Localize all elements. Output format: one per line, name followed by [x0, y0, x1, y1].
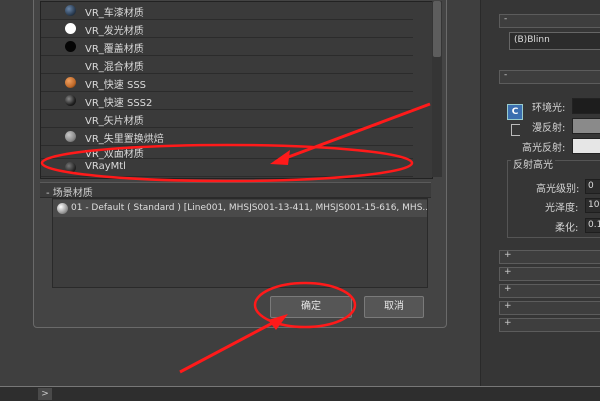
ambient-color-swatch[interactable]	[572, 98, 600, 114]
material-label: VR_车漆材质	[85, 8, 144, 19]
basic-params-rollout-header[interactable]: -	[499, 70, 600, 84]
material-label: VR_双面材质	[85, 149, 144, 160]
expand-icon: +	[504, 318, 512, 328]
glossiness-field[interactable]: 10	[585, 198, 600, 213]
material-list[interactable]: VR_车漆材质 VR_发光材质 VR_覆盖材质 VR_混合材质 VR_快速 SS…	[40, 1, 433, 179]
expand-arrow-button[interactable]: >	[38, 388, 52, 400]
rollout-collapsed-5[interactable]: +	[499, 318, 600, 332]
material-list-scrollbar[interactable]	[432, 1, 442, 177]
material-label: VR_发光材质	[85, 26, 144, 37]
sphere-black-icon	[65, 41, 76, 52]
material-row-car-paint[interactable]: VR_车漆材质	[41, 2, 413, 20]
shader-rollout-header[interactable]: -	[499, 14, 600, 28]
lock-bracket-icon	[511, 124, 520, 136]
sphere-material-icon	[57, 203, 68, 214]
material-label: VR_矢片材质	[85, 116, 144, 127]
ambient-label: 环境光:	[532, 103, 566, 114]
sphere-dark-blue-icon	[65, 5, 76, 16]
rollout-collapsed-1[interactable]: +	[499, 250, 600, 264]
specular-level-label: 高光级别:	[536, 184, 580, 195]
material-editor-panel: - (B)Blinn - C 反射高光 + + + + +	[480, 0, 600, 392]
scene-material-label: 01 - Default ( Standard ) [Line001, MHSJ…	[71, 203, 428, 213]
material-label: VRayMtl	[85, 161, 126, 172]
sphere-dark-icon	[65, 95, 76, 106]
material-label: VR_失里置换烘焙	[85, 134, 164, 145]
material-row-fast-sss2[interactable]: VR_快速 SSS2	[41, 92, 413, 110]
material-label: VR_快速 SSS	[85, 80, 147, 91]
specular-level-field[interactable]: 0	[585, 179, 600, 194]
material-row-light[interactable]: VR_发光材质	[41, 20, 413, 38]
material-row-fast-sss[interactable]: VR_快速 SSS	[41, 74, 413, 92]
glossiness-label: 光泽度:	[545, 203, 579, 214]
material-row-flake[interactable]: VR_矢片材质	[41, 110, 413, 128]
shader-type-select[interactable]: (B)Blinn	[509, 32, 600, 50]
sphere-dark-icon	[65, 162, 76, 173]
material-browser-dialog: VR_车漆材质 VR_发光材质 VR_覆盖材质 VR_混合材质 VR_快速 SS…	[33, 0, 447, 328]
scene-materials-header[interactable]: - 场景材质	[40, 182, 431, 199]
scene-materials-title: - 场景材质	[46, 188, 93, 199]
diffuse-color-swatch[interactable]	[572, 118, 600, 134]
material-row-two-sided[interactable]: VR_双面材质	[41, 146, 413, 160]
rollout-collapsed-2[interactable]: +	[499, 267, 600, 281]
sphere-white-icon	[65, 23, 76, 34]
expand-icon: +	[504, 250, 512, 260]
ok-button[interactable]: 确定	[270, 296, 352, 318]
sphere-orange-icon	[65, 77, 76, 88]
material-row-override[interactable]: VR_覆盖材质	[41, 38, 413, 56]
specular-color-swatch[interactable]	[572, 138, 600, 154]
color-lock-button[interactable]: C	[507, 104, 523, 120]
rollout-collapsed-4[interactable]: +	[499, 301, 600, 315]
collapse-icon: -	[504, 14, 508, 24]
shader-type-value: (B)Blinn	[514, 35, 550, 45]
material-label: VR_快速 SSS2	[85, 98, 153, 109]
diffuse-label: 漫反射:	[532, 123, 566, 134]
cancel-button[interactable]: 取消	[364, 296, 424, 318]
material-row-blend[interactable]: VR_混合材质	[41, 56, 413, 74]
material-row-vraymtl[interactable]: VRayMtl	[41, 159, 413, 177]
sphere-gray-icon	[65, 131, 76, 142]
rollout-collapsed-3[interactable]: +	[499, 284, 600, 298]
bottom-status-bar: >	[0, 386, 600, 401]
scene-material-row[interactable]: 01 - Default ( Standard ) [Line001, MHSJ…	[53, 200, 427, 217]
material-label: VR_混合材质	[85, 62, 144, 73]
expand-icon: +	[504, 284, 512, 294]
scene-materials-list[interactable]: 01 - Default ( Standard ) [Line001, MHSJ…	[52, 198, 428, 288]
scrollbar-thumb[interactable]	[433, 1, 441, 57]
expand-icon: +	[504, 267, 512, 277]
soften-field[interactable]: 0.1	[585, 218, 600, 233]
specular-label: 高光反射:	[522, 143, 566, 154]
soften-label: 柔化:	[555, 223, 579, 234]
material-row-bake[interactable]: VR_失里置换烘焙	[41, 128, 413, 146]
material-label: VR_覆盖材质	[85, 44, 144, 55]
collapse-icon: -	[504, 70, 508, 80]
specular-highlights-title: 反射高光	[511, 156, 555, 171]
expand-icon: +	[504, 301, 512, 311]
